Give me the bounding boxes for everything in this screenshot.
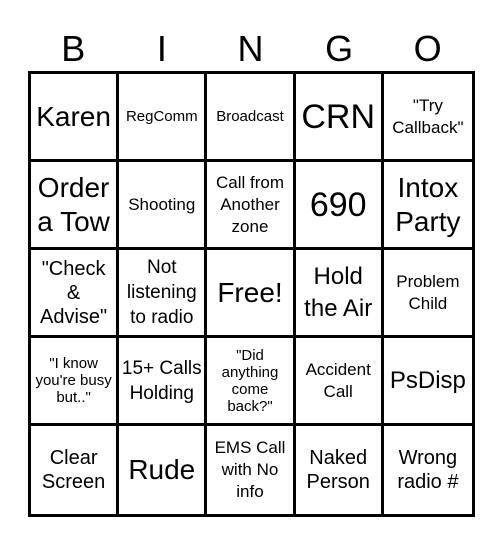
cell-text: Accident Call [305, 359, 371, 401]
bingo-cell[interactable]: Wrong radio # [384, 426, 472, 514]
cell-text: Problem Child [396, 271, 460, 313]
header-letter-i: I [156, 28, 167, 69]
bingo-cell[interactable]: Call from Another zone [207, 162, 296, 250]
bingo-cell[interactable]: Karen [31, 74, 120, 162]
cell-text: Broadcast [216, 108, 284, 125]
free-space-cell[interactable]: Free! [207, 250, 296, 338]
cell-text: "Did anything come back?" [221, 346, 279, 415]
cell-text: EMS Call with No info [214, 438, 286, 501]
bingo-cell[interactable]: Intox Party [383, 162, 472, 250]
cell-text: "Try Callback" [392, 95, 464, 137]
bingo-cell[interactable]: Rude [119, 426, 208, 514]
bingo-cell[interactable]: PsDisp [383, 338, 472, 426]
cell-text: Call from Another zone [215, 172, 284, 236]
header-letter-g: G [325, 28, 354, 69]
bingo-cell[interactable]: Broadcast [207, 74, 296, 162]
bingo-cell[interactable]: Clear Screen [31, 426, 120, 514]
cell-text: Not listening to radio [126, 257, 197, 328]
bingo-cell[interactable]: "Try Callback" [383, 74, 472, 162]
cell-text: 15+ Calls Holding [121, 357, 202, 404]
bingo-cell[interactable]: Problem Child [383, 250, 472, 338]
cell-text: CRN [301, 97, 376, 136]
cell-text: Hold the Air [304, 262, 373, 322]
cell-text: "I know you're busy but.." [35, 355, 112, 406]
bingo-cell[interactable]: 15+ Calls Holding [119, 338, 208, 426]
cell-text: 690 [309, 185, 367, 224]
bingo-cell[interactable]: "I know you're busy but.." [31, 338, 120, 426]
bingo-cell[interactable]: 690 [295, 162, 384, 250]
bingo-cell[interactable]: Not listening to radio [119, 250, 208, 338]
cell-text: Intox Party [395, 171, 461, 237]
header-letter-n: N [237, 28, 264, 69]
bingo-cell[interactable]: Naked Person [296, 426, 384, 514]
cell-text: Shooting [128, 194, 196, 214]
cell-text: Clear Screen [41, 447, 106, 493]
cell-text: Karen [36, 100, 111, 132]
cell-text: Naked Person [306, 447, 370, 493]
cell-text: Rude [128, 454, 196, 485]
bingo-cell[interactable]: "Check & Advise" [31, 250, 120, 338]
cell-text: "Check & Advise" [40, 257, 108, 328]
bingo-cell[interactable]: Hold the Air [295, 250, 384, 338]
header-letter-b: B [61, 28, 86, 69]
bingo-cell[interactable]: Accident Call [295, 338, 384, 426]
cell-text: PsDisp [389, 366, 466, 394]
cell-text: RegComm [125, 108, 198, 125]
cell-text: Free! [217, 276, 283, 308]
bingo-cell[interactable]: CRN [295, 74, 384, 162]
header-letter-o: O [413, 28, 442, 69]
bingo-header: B I N G O [29, 28, 472, 70]
bingo-cell[interactable]: RegComm [119, 74, 208, 162]
bingo-cell[interactable]: EMS Call with No info [207, 426, 296, 514]
bingo-cell[interactable]: "Did anything come back?" [207, 338, 296, 426]
bingo-cell[interactable]: Order a Tow [31, 162, 120, 250]
cell-text: Order a Tow [37, 171, 110, 237]
cell-text: Wrong radio # [397, 447, 459, 493]
bingo-cell[interactable]: Shooting [119, 162, 208, 250]
bingo-grid: Karen RegComm Broadcast CRN "Try Callbac… [28, 71, 475, 517]
